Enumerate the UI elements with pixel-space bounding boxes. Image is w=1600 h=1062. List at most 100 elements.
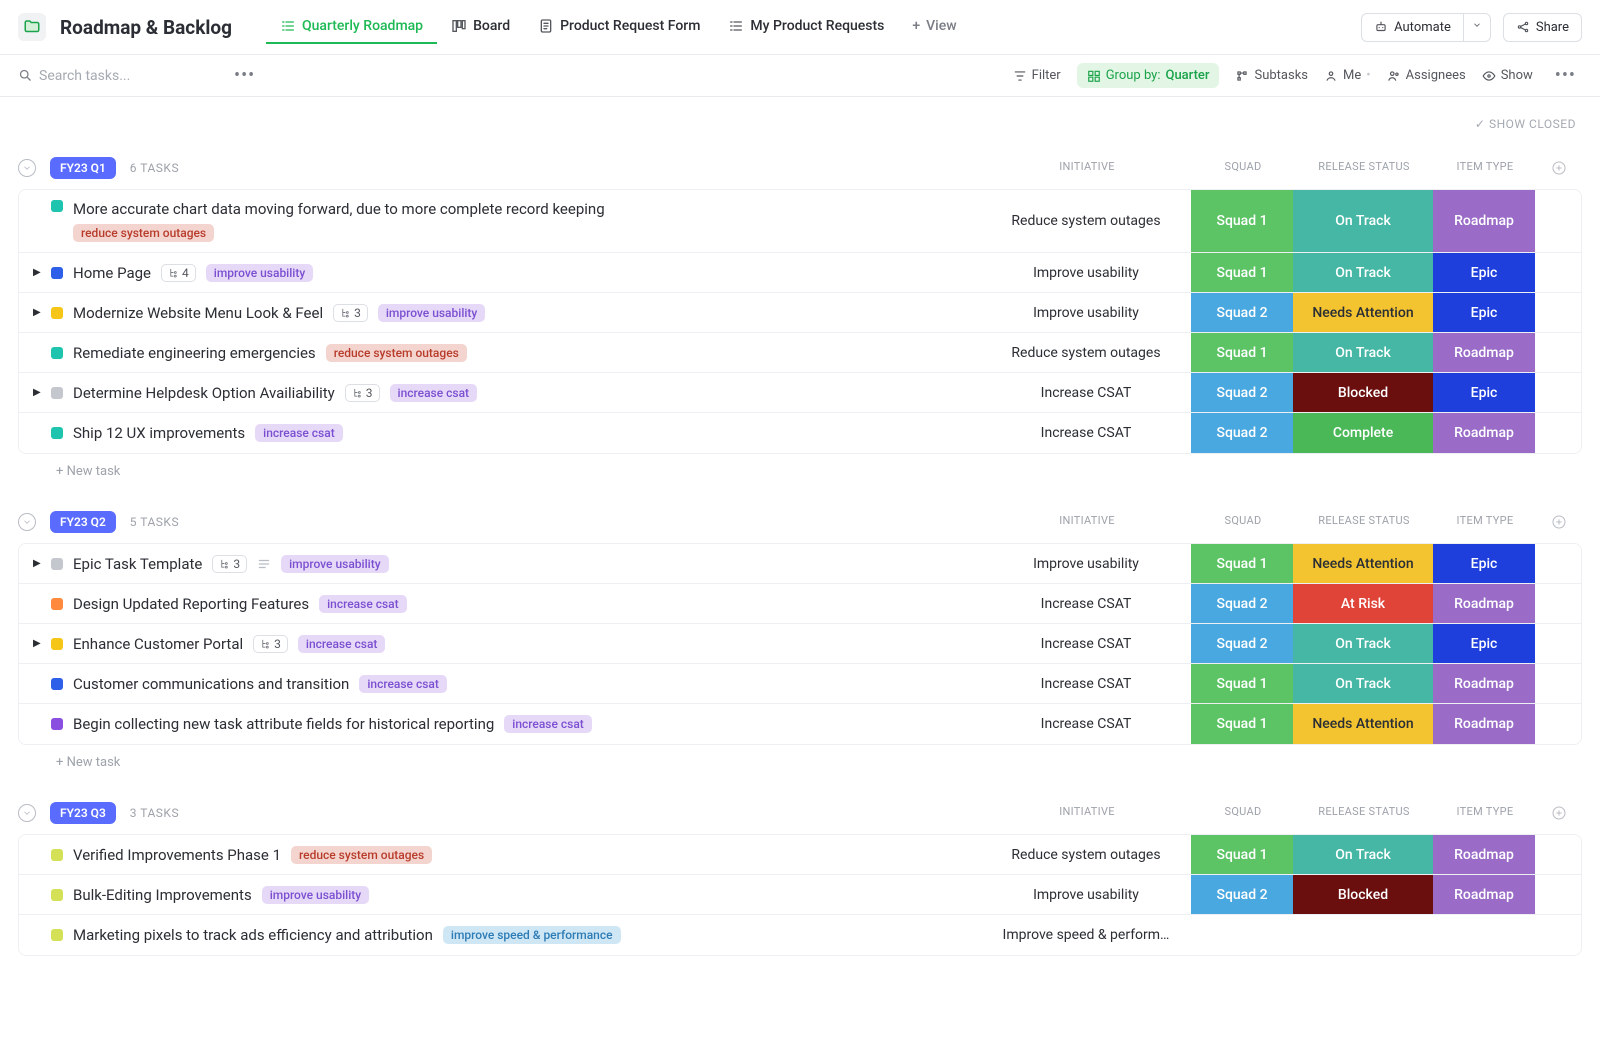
show-closed-toggle[interactable]: ✓ SHOW CLOSED bbox=[18, 107, 1582, 135]
subtask-count-badge[interactable]: 3 bbox=[253, 635, 288, 653]
tab-board[interactable]: Board bbox=[437, 10, 524, 44]
task-tag[interactable]: improve usability bbox=[378, 304, 485, 322]
initiative-cell[interactable]: Increase CSAT bbox=[981, 624, 1191, 663]
col-header-initiative[interactable]: INITIATIVE bbox=[982, 514, 1192, 530]
release-status-cell[interactable]: On Track bbox=[1293, 835, 1433, 874]
col-header-squad[interactable]: SQUAD bbox=[1192, 514, 1294, 530]
task-row[interactable]: ▶ Begin collecting new task attribute fi… bbox=[19, 704, 1581, 744]
initiative-cell[interactable]: Increase CSAT bbox=[981, 584, 1191, 623]
task-row[interactable]: ▶ Design Updated Reporting Features incr… bbox=[19, 584, 1581, 624]
item-type-cell[interactable]: Roadmap bbox=[1433, 835, 1535, 874]
subtask-count-badge[interactable]: 4 bbox=[161, 264, 196, 282]
task-tag[interactable]: improve speed & performance bbox=[443, 926, 621, 944]
item-type-cell[interactable]: Roadmap bbox=[1433, 875, 1535, 914]
task-row[interactable]: ▶ Epic Task Template 3 improve usability… bbox=[19, 544, 1581, 584]
squad-cell[interactable]: Squad 1 bbox=[1191, 253, 1293, 292]
task-name[interactable]: Design Updated Reporting Features bbox=[73, 595, 309, 613]
task-row[interactable]: ▶ Home Page 4 improve usability Improve … bbox=[19, 253, 1581, 293]
new-task-button[interactable]: + New task bbox=[18, 454, 1582, 489]
initiative-cell[interactable]: Reduce system outages bbox=[981, 190, 1191, 252]
task-name[interactable]: More accurate chart data moving forward,… bbox=[73, 200, 605, 218]
status-square[interactable] bbox=[51, 678, 63, 690]
task-tag[interactable]: improve usability bbox=[281, 555, 388, 573]
col-header-item-type[interactable]: ITEM TYPE bbox=[1434, 160, 1536, 176]
tab-my-product-requests[interactable]: My Product Requests bbox=[714, 10, 898, 44]
initiative-cell[interactable]: Improve usability bbox=[981, 253, 1191, 292]
assignees-button[interactable]: Assignees bbox=[1387, 68, 1466, 83]
add-view-button[interactable]: + View bbox=[898, 10, 970, 44]
task-name[interactable]: Determine Helpdesk Option Availiability bbox=[73, 384, 335, 402]
col-header-item-type[interactable]: ITEM TYPE bbox=[1434, 514, 1536, 530]
status-square[interactable] bbox=[51, 307, 63, 319]
tab-quarterly-roadmap[interactable]: Quarterly Roadmap bbox=[266, 10, 437, 44]
collapse-toggle[interactable] bbox=[18, 804, 36, 822]
group-chip[interactable]: FY23 Q2 bbox=[50, 511, 116, 533]
squad-cell[interactable]: Squad 2 bbox=[1191, 413, 1293, 453]
subtask-count-badge[interactable]: 3 bbox=[212, 555, 247, 573]
status-square[interactable] bbox=[51, 267, 63, 279]
col-header-release-status[interactable]: RELEASE STATUS bbox=[1294, 514, 1434, 530]
collapse-toggle[interactable] bbox=[18, 159, 36, 177]
col-header-squad[interactable]: SQUAD bbox=[1192, 805, 1294, 821]
initiative-cell[interactable]: Improve speed & perform… bbox=[981, 915, 1191, 955]
task-name[interactable]: Bulk-Editing Improvements bbox=[73, 886, 252, 904]
task-name[interactable]: Ship 12 UX improvements bbox=[73, 424, 245, 442]
item-type-cell[interactable]: Roadmap bbox=[1433, 664, 1535, 703]
item-type-cell[interactable]: Epic bbox=[1433, 544, 1535, 583]
squad-cell[interactable]: Squad 1 bbox=[1191, 704, 1293, 744]
initiative-cell[interactable]: Increase CSAT bbox=[981, 413, 1191, 453]
initiative-cell[interactable]: Increase CSAT bbox=[981, 704, 1191, 744]
add-column-button[interactable] bbox=[1536, 805, 1582, 821]
col-header-item-type[interactable]: ITEM TYPE bbox=[1434, 805, 1536, 821]
add-column-button[interactable] bbox=[1536, 160, 1582, 176]
item-type-cell[interactable]: Roadmap bbox=[1433, 190, 1535, 252]
task-name[interactable]: Verified Improvements Phase 1 bbox=[73, 846, 281, 864]
col-header-initiative[interactable]: INITIATIVE bbox=[982, 160, 1192, 176]
task-tag[interactable]: improve usability bbox=[262, 886, 369, 904]
item-type-cell[interactable]: Roadmap bbox=[1433, 704, 1535, 744]
expand-caret-icon[interactable]: ▶ bbox=[33, 558, 41, 569]
item-type-cell[interactable]: Roadmap bbox=[1433, 333, 1535, 372]
release-status-cell[interactable]: On Track bbox=[1293, 333, 1433, 372]
status-square[interactable] bbox=[51, 718, 63, 730]
task-row[interactable]: ▶ Determine Helpdesk Option Availiabilit… bbox=[19, 373, 1581, 413]
release-status-cell[interactable]: Needs Attention bbox=[1293, 704, 1433, 744]
add-column-button[interactable] bbox=[1536, 514, 1582, 530]
status-square[interactable] bbox=[51, 849, 63, 861]
status-square[interactable] bbox=[51, 598, 63, 610]
status-square[interactable] bbox=[51, 427, 63, 439]
task-tag[interactable]: improve usability bbox=[206, 264, 313, 282]
status-square[interactable] bbox=[51, 638, 63, 650]
release-status-cell[interactable]: At Risk bbox=[1293, 584, 1433, 623]
release-status-cell[interactable] bbox=[1293, 915, 1433, 955]
task-tag[interactable]: increase csat bbox=[359, 675, 447, 693]
release-status-cell[interactable]: Needs Attention bbox=[1293, 293, 1433, 332]
status-square[interactable] bbox=[51, 558, 63, 570]
task-row[interactable]: ▶ Remediate engineering emergencies redu… bbox=[19, 333, 1581, 373]
task-name[interactable]: Epic Task Template bbox=[73, 555, 202, 573]
task-name[interactable]: Begin collecting new task attribute fiel… bbox=[73, 715, 494, 733]
item-type-cell[interactable]: Roadmap bbox=[1433, 584, 1535, 623]
show-button[interactable]: Show bbox=[1482, 68, 1533, 83]
task-row[interactable]: ▶ Marketing pixels to track ads efficien… bbox=[19, 915, 1581, 955]
me-button[interactable]: Me • bbox=[1324, 68, 1371, 83]
item-type-cell[interactable]: Epic bbox=[1433, 253, 1535, 292]
group-by-button[interactable]: Group by: Quarter bbox=[1077, 63, 1220, 88]
release-status-cell[interactable]: On Track bbox=[1293, 253, 1433, 292]
release-status-cell[interactable]: Complete bbox=[1293, 413, 1433, 453]
release-status-cell[interactable]: Needs Attention bbox=[1293, 544, 1433, 583]
task-name[interactable]: Marketing pixels to track ads efficiency… bbox=[73, 926, 433, 944]
col-header-initiative[interactable]: INITIATIVE bbox=[982, 805, 1192, 821]
task-name[interactable]: Enhance Customer Portal bbox=[73, 635, 243, 653]
collapse-toggle[interactable] bbox=[18, 513, 36, 531]
status-square[interactable] bbox=[51, 387, 63, 399]
col-header-release-status[interactable]: RELEASE STATUS bbox=[1294, 805, 1434, 821]
task-name[interactable]: Modernize Website Menu Look & Feel bbox=[73, 304, 323, 322]
task-row[interactable]: ▶ More accurate chart data moving forwar… bbox=[19, 190, 1581, 253]
expand-caret-icon[interactable]: ▶ bbox=[33, 387, 41, 398]
status-square[interactable] bbox=[51, 889, 63, 901]
task-tag[interactable]: reduce system outages bbox=[291, 846, 432, 864]
release-status-cell[interactable]: On Track bbox=[1293, 624, 1433, 663]
squad-cell[interactable]: Squad 1 bbox=[1191, 190, 1293, 252]
squad-cell[interactable]: Squad 1 bbox=[1191, 333, 1293, 372]
